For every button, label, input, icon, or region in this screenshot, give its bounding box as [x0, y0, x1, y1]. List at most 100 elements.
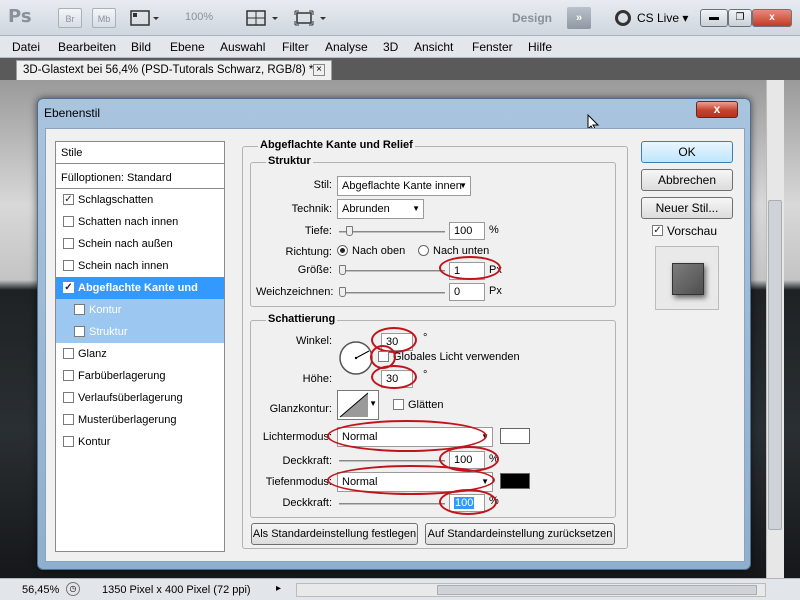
menu-bar: Datei Bearbeiten Bild Ebene Auswahl Filt… [0, 36, 800, 58]
status-menu-arrow-icon[interactable]: ▸ [276, 583, 281, 594]
view-extras-icon[interactable] [130, 9, 160, 27]
stroke-checkbox[interactable] [63, 435, 74, 447]
arrange-documents-icon[interactable] [246, 9, 282, 27]
preview-checkbox[interactable]: ✓ Vorschau [652, 224, 717, 238]
menu-ebene[interactable]: Ebene [170, 40, 205, 54]
direction-up-radio-button[interactable] [337, 244, 348, 256]
angle-dial[interactable] [338, 340, 374, 376]
direction-down-radio[interactable]: Nach unten [418, 244, 489, 257]
bevel-style-dropdown[interactable]: Abgeflachte Kante innen ▼ [337, 176, 471, 196]
minimize-button[interactable]: ▬ [700, 9, 728, 27]
style-item-bevel-emboss[interactable]: ✓Abgeflachte Kante und Relief [56, 277, 224, 316]
shadow-color-swatch[interactable] [500, 473, 530, 489]
bridge-button[interactable]: Br [58, 8, 82, 28]
style-item-texture-sub[interactable]: Struktur [56, 321, 224, 343]
menu-bild[interactable]: Bild [131, 40, 151, 54]
soften-slider[interactable] [339, 292, 445, 294]
more-workspaces-button[interactable]: » [567, 7, 591, 29]
texture-sub-checkbox[interactable] [74, 325, 85, 337]
soften-unit: Px [489, 285, 502, 297]
menu-filter[interactable]: Filter [282, 40, 309, 54]
document-tab[interactable]: 3D-Glastext bei 56,4% (PSD-Tutorals Schw… [16, 60, 332, 80]
antialiased-checkbox-box[interactable] [393, 398, 404, 410]
angle-label: Winkel: [295, 335, 332, 347]
cs-live-icon[interactable] [614, 9, 632, 27]
technique-dropdown[interactable]: Abrunden ▼ [337, 199, 424, 219]
application-bar: Ps Br Mb 100% Design » CS Live ▾ ▬ ❐ x [0, 0, 800, 36]
style-item-satin[interactable]: Glanz [56, 343, 224, 365]
menu-3d[interactable]: 3D [383, 40, 398, 54]
bevel-emboss-checkbox[interactable]: ✓ [63, 281, 74, 293]
vertical-scrollbar-thumb[interactable] [768, 200, 782, 530]
style-item-inner-glow[interactable]: Schein nach innen [56, 255, 224, 277]
global-light-checkbox[interactable]: Globales Licht verwenden [378, 350, 520, 363]
inner-shadow-checkbox[interactable] [63, 215, 74, 227]
dialog-close-button[interactable]: x [696, 101, 738, 118]
shadow-opacity-slider[interactable] [339, 503, 445, 505]
horizontal-scrollbar[interactable] [296, 583, 766, 597]
document-tab-close-button[interactable]: × [313, 64, 325, 76]
depth-label: Tiefe: [304, 225, 332, 237]
gradient-overlay-checkbox[interactable] [63, 391, 74, 403]
status-zoom[interactable]: 56,45% [22, 584, 59, 596]
zoom-level-dropdown[interactable]: 100% [185, 11, 213, 23]
menu-bearbeiten[interactable]: Bearbeiten [58, 40, 116, 54]
style-item-outer-glow[interactable]: Schein nach außen [56, 233, 224, 255]
style-item-drop-shadow[interactable]: ✓ Schlagschatten [56, 189, 224, 211]
workspace-design-button[interactable]: Design [512, 11, 552, 25]
depth-input[interactable]: 100 [449, 222, 485, 240]
app-close-button[interactable]: x [752, 9, 792, 27]
depth-slider[interactable] [339, 231, 445, 233]
ok-button[interactable]: OK [641, 141, 733, 163]
altitude-label: Höhe: [302, 373, 332, 385]
menu-fenster[interactable]: Fenster [472, 40, 513, 54]
direction-up-radio[interactable]: Nach oben [337, 244, 405, 257]
screen-mode-icon[interactable] [294, 9, 330, 27]
color-overlay-checkbox[interactable] [63, 369, 74, 381]
depth-slider-thumb[interactable] [346, 226, 353, 236]
cs-live-menu[interactable]: CS Live ▾ [637, 11, 688, 25]
highlight-opacity-slider[interactable] [339, 460, 445, 462]
menu-ansicht[interactable]: Ansicht [414, 40, 453, 54]
inner-glow-checkbox[interactable] [63, 259, 74, 271]
soften-slider-thumb[interactable] [339, 287, 346, 297]
satin-checkbox[interactable] [63, 347, 74, 359]
size-slider-thumb[interactable] [339, 265, 346, 275]
pattern-overlay-checkbox[interactable] [63, 413, 74, 425]
fill-options-item[interactable]: Fülloptionen: Standard [56, 167, 224, 189]
styles-header[interactable]: Stile [56, 142, 224, 164]
soften-input[interactable]: 0 [449, 283, 485, 301]
menu-datei[interactable]: Datei [12, 40, 40, 54]
size-slider[interactable] [339, 270, 445, 272]
drop-shadow-checkbox[interactable]: ✓ [63, 193, 74, 205]
style-item-pattern-overlay[interactable]: Musterüberlagerung [56, 409, 224, 431]
style-item-stroke[interactable]: Kontur [56, 431, 224, 453]
direction-down-radio-button[interactable] [418, 244, 429, 256]
status-document-info: 1350 Pixel x 400 Pixel (72 ppi) [102, 584, 251, 596]
new-style-button[interactable]: Neuer Stil... [641, 197, 733, 219]
horizontal-scrollbar-thumb[interactable] [437, 585, 757, 595]
contour-sub-checkbox[interactable] [74, 303, 85, 315]
highlight-color-swatch[interactable] [500, 428, 530, 444]
reset-default-button[interactable]: Auf Standardeinstellung zurücksetzen [425, 523, 615, 545]
style-item-gradient-overlay[interactable]: Verlaufsüberlagerung [56, 387, 224, 409]
antialiased-label: Glätten [408, 399, 444, 411]
cancel-button[interactable]: Abbrechen [641, 169, 733, 191]
antialiased-checkbox[interactable]: Glätten [393, 398, 444, 411]
restore-button[interactable]: ❐ [728, 9, 752, 27]
menu-hilfe[interactable]: Hilfe [528, 40, 552, 54]
style-item-label: Schein nach außen [78, 238, 173, 250]
outer-glow-checkbox[interactable] [63, 237, 74, 249]
menu-analyse[interactable]: Analyse [325, 40, 368, 54]
style-item-color-overlay[interactable]: Farbüberlagerung [56, 365, 224, 387]
style-item-label: Kontur [78, 436, 111, 448]
gloss-contour-picker[interactable]: ▼ [337, 390, 379, 420]
menu-auswahl[interactable]: Auswahl [220, 40, 265, 54]
mini-bridge-button[interactable]: Mb [92, 8, 116, 28]
style-label: Stil: [313, 179, 332, 191]
altitude-unit: ° [423, 369, 428, 381]
style-item-contour-sub[interactable]: Kontur [56, 299, 224, 321]
preview-checkbox-box[interactable]: ✓ [652, 225, 663, 237]
make-default-button[interactable]: Als Standardeinstellung festlegen [251, 523, 418, 545]
style-item-inner-shadow[interactable]: Schatten nach innen [56, 211, 224, 233]
